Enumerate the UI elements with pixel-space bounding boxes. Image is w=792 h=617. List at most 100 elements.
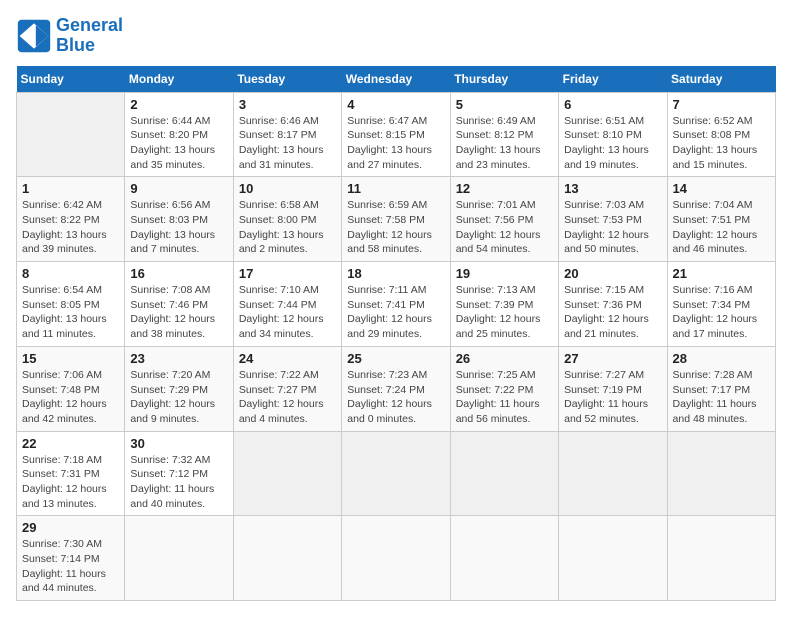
day-detail: Sunrise: 7:23 AM Sunset: 7:24 PM Dayligh… (347, 368, 444, 427)
calendar-cell: 28 Sunrise: 7:28 AM Sunset: 7:17 PM Dayli… (667, 346, 775, 431)
day-detail: Sunrise: 6:54 AM Sunset: 8:05 PM Dayligh… (22, 283, 119, 342)
calendar-cell: 3 Sunrise: 6:46 AM Sunset: 8:17 PM Daylig… (233, 92, 341, 177)
day-number: 23 (130, 351, 227, 366)
calendar-cell: 8 Sunrise: 6:54 AM Sunset: 8:05 PM Daylig… (17, 262, 125, 347)
calendar-row-4: 22 Sunrise: 7:18 AM Sunset: 7:31 PM Dayli… (17, 431, 776, 516)
day-detail: Sunrise: 6:58 AM Sunset: 8:00 PM Dayligh… (239, 198, 336, 257)
calendar-cell (17, 92, 125, 177)
calendar-cell (125, 516, 233, 601)
calendar-cell: 10 Sunrise: 6:58 AM Sunset: 8:00 PM Dayli… (233, 177, 341, 262)
day-number: 25 (347, 351, 444, 366)
day-number: 14 (673, 181, 770, 196)
day-number: 15 (22, 351, 119, 366)
calendar-cell: 9Sunrise: 6:56 AM Sunset: 8:03 PM Daylig… (125, 177, 233, 262)
logo-icon (16, 18, 52, 54)
col-header-thursday: Thursday (450, 66, 558, 93)
day-number: 6 (564, 97, 661, 112)
calendar-cell: 2 Sunrise: 6:44 AM Sunset: 8:20 PM Daylig… (125, 92, 233, 177)
calendar-row-2: 8 Sunrise: 6:54 AM Sunset: 8:05 PM Daylig… (17, 262, 776, 347)
calendar-cell: 15 Sunrise: 7:06 AM Sunset: 7:48 PM Dayli… (17, 346, 125, 431)
day-detail: Sunrise: 7:03 AM Sunset: 7:53 PM Dayligh… (564, 198, 661, 257)
logo-text: General Blue (56, 16, 123, 56)
calendar-cell: 18 Sunrise: 7:11 AM Sunset: 7:41 PM Dayli… (342, 262, 450, 347)
calendar-cell (667, 516, 775, 601)
day-number: 2 (130, 97, 227, 112)
day-number: 29 (22, 520, 119, 535)
calendar-row-0: 2 Sunrise: 6:44 AM Sunset: 8:20 PM Daylig… (17, 92, 776, 177)
day-detail: Sunrise: 6:51 AM Sunset: 8:10 PM Dayligh… (564, 114, 661, 173)
calendar-cell (342, 431, 450, 516)
day-detail: Sunrise: 7:28 AM Sunset: 7:17 PM Dayligh… (673, 368, 770, 427)
calendar-cell (559, 431, 667, 516)
calendar-cell: 21Sunrise: 7:16 AM Sunset: 7:34 PM Dayli… (667, 262, 775, 347)
day-detail: Sunrise: 7:22 AM Sunset: 7:27 PM Dayligh… (239, 368, 336, 427)
day-number: 30 (130, 436, 227, 451)
col-header-tuesday: Tuesday (233, 66, 341, 93)
calendar-cell (559, 516, 667, 601)
day-number: 24 (239, 351, 336, 366)
col-header-monday: Monday (125, 66, 233, 93)
day-detail: Sunrise: 6:52 AM Sunset: 8:08 PM Dayligh… (673, 114, 770, 173)
day-number: 19 (456, 266, 553, 281)
calendar-cell: 4 Sunrise: 6:47 AM Sunset: 8:15 PM Daylig… (342, 92, 450, 177)
day-number: 13 (564, 181, 661, 196)
day-number: 26 (456, 351, 553, 366)
day-detail: Sunrise: 7:11 AM Sunset: 7:41 PM Dayligh… (347, 283, 444, 342)
day-detail: Sunrise: 6:59 AM Sunset: 7:58 PM Dayligh… (347, 198, 444, 257)
calendar-cell (450, 516, 558, 601)
calendar-cell: 30Sunrise: 7:32 AM Sunset: 7:12 PM Dayli… (125, 431, 233, 516)
calendar-cell: 11Sunrise: 6:59 AM Sunset: 7:58 PM Dayli… (342, 177, 450, 262)
day-number: 10 (239, 181, 336, 196)
day-detail: Sunrise: 7:25 AM Sunset: 7:22 PM Dayligh… (456, 368, 553, 427)
day-number: 22 (22, 436, 119, 451)
calendar-cell (342, 516, 450, 601)
day-detail: Sunrise: 7:27 AM Sunset: 7:19 PM Dayligh… (564, 368, 661, 427)
day-detail: Sunrise: 6:46 AM Sunset: 8:17 PM Dayligh… (239, 114, 336, 173)
col-header-sunday: Sunday (17, 66, 125, 93)
day-number: 16 (130, 266, 227, 281)
day-detail: Sunrise: 6:49 AM Sunset: 8:12 PM Dayligh… (456, 114, 553, 173)
day-detail: Sunrise: 7:15 AM Sunset: 7:36 PM Dayligh… (564, 283, 661, 342)
day-number: 12 (456, 181, 553, 196)
day-number: 4 (347, 97, 444, 112)
calendar-row-3: 15 Sunrise: 7:06 AM Sunset: 7:48 PM Dayli… (17, 346, 776, 431)
day-detail: Sunrise: 7:16 AM Sunset: 7:34 PM Dayligh… (673, 283, 770, 342)
day-detail: Sunrise: 7:06 AM Sunset: 7:48 PM Dayligh… (22, 368, 119, 427)
calendar-cell: 5Sunrise: 6:49 AM Sunset: 8:12 PM Daylig… (450, 92, 558, 177)
calendar-cell: 24 Sunrise: 7:22 AM Sunset: 7:27 PM Dayli… (233, 346, 341, 431)
day-number: 3 (239, 97, 336, 112)
calendar-cell: 1Sunrise: 6:42 AM Sunset: 8:22 PM Daylig… (17, 177, 125, 262)
day-detail: Sunrise: 6:44 AM Sunset: 8:20 PM Dayligh… (130, 114, 227, 173)
day-number: 1 (22, 181, 119, 196)
day-number: 18 (347, 266, 444, 281)
calendar-row-5: 29 Sunrise: 7:30 AM Sunset: 7:14 PM Dayli… (17, 516, 776, 601)
calendar-cell: 19Sunrise: 7:13 AM Sunset: 7:39 PM Dayli… (450, 262, 558, 347)
day-number: 7 (673, 97, 770, 112)
calendar-cell: 12Sunrise: 7:01 AM Sunset: 7:56 PM Dayli… (450, 177, 558, 262)
calendar-cell (450, 431, 558, 516)
day-detail: Sunrise: 7:30 AM Sunset: 7:14 PM Dayligh… (22, 537, 119, 596)
calendar-cell: 13 Sunrise: 7:03 AM Sunset: 7:53 PM Dayli… (559, 177, 667, 262)
day-detail: Sunrise: 7:04 AM Sunset: 7:51 PM Dayligh… (673, 198, 770, 257)
calendar-table: SundayMondayTuesdayWednesdayThursdayFrid… (16, 66, 776, 602)
logo: General Blue (16, 16, 123, 56)
calendar-cell: 25 Sunrise: 7:23 AM Sunset: 7:24 PM Dayli… (342, 346, 450, 431)
day-detail: Sunrise: 6:47 AM Sunset: 8:15 PM Dayligh… (347, 114, 444, 173)
calendar-cell: 14 Sunrise: 7:04 AM Sunset: 7:51 PM Dayli… (667, 177, 775, 262)
day-number: 8 (22, 266, 119, 281)
calendar-cell: 23Sunrise: 7:20 AM Sunset: 7:29 PM Dayli… (125, 346, 233, 431)
calendar-cell: 22 Sunrise: 7:18 AM Sunset: 7:31 PM Dayli… (17, 431, 125, 516)
calendar-row-1: 1Sunrise: 6:42 AM Sunset: 8:22 PM Daylig… (17, 177, 776, 262)
col-header-wednesday: Wednesday (342, 66, 450, 93)
calendar-cell: 26 Sunrise: 7:25 AM Sunset: 7:22 PM Dayli… (450, 346, 558, 431)
col-header-saturday: Saturday (667, 66, 775, 93)
calendar-cell (233, 431, 341, 516)
calendar-cell (667, 431, 775, 516)
calendar-cell: 7 Sunrise: 6:52 AM Sunset: 8:08 PM Daylig… (667, 92, 775, 177)
calendar-header-row: SundayMondayTuesdayWednesdayThursdayFrid… (17, 66, 776, 93)
day-number: 28 (673, 351, 770, 366)
day-detail: Sunrise: 7:18 AM Sunset: 7:31 PM Dayligh… (22, 453, 119, 512)
calendar-cell: 16Sunrise: 7:08 AM Sunset: 7:46 PM Dayli… (125, 262, 233, 347)
calendar-cell (233, 516, 341, 601)
day-number: 17 (239, 266, 336, 281)
